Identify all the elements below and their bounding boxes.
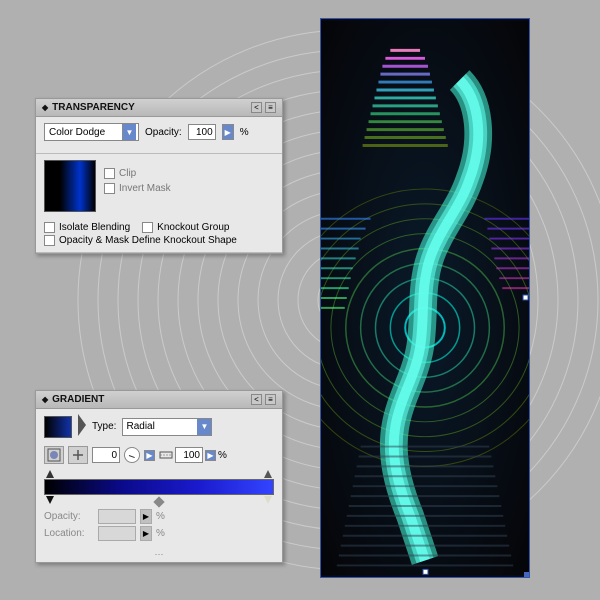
resize-handle[interactable] (524, 572, 530, 578)
opacity-value: 100 (196, 127, 213, 138)
transparency-title: ◆ TRANSPARENCY (42, 102, 135, 113)
extra-checkboxes: Isolate Blending Knockout Group Opacity … (36, 218, 282, 253)
gradient-type-label: Type: (92, 421, 116, 432)
isolate-blending-checkbox[interactable] (44, 222, 55, 233)
transparency-panel-header[interactable]: ◆ TRANSPARENCY < ≡ (36, 99, 282, 117)
gradient-collapse-btn[interactable]: < (251, 394, 262, 405)
angle-field[interactable]: 0 (92, 447, 120, 463)
gradient-expand-handle[interactable]: ⋯ (36, 549, 282, 562)
grad-location-label: Location: (44, 528, 94, 539)
canvas-background: ◆ TRANSPARENCY < ≡ Color Dodge ▼ Opacity… (0, 0, 600, 600)
gradient-type-row: Type: Radial ▼ (36, 409, 282, 444)
grad-opacity-arrow[interactable]: ▶ (140, 509, 152, 524)
collapse-btn[interactable]: < (251, 102, 262, 113)
grad-bottom-stop-left[interactable] (46, 496, 54, 504)
scale-group: 100 ▶ % (159, 447, 227, 463)
transparency-panel: ◆ TRANSPARENCY < ≡ Color Dodge ▼ Opacity… (35, 98, 283, 254)
thumbnail-area: Clip Invert Mask (36, 154, 282, 218)
gradient-panel: ◆ GRADIENT < ≡ Type: Radial ▼ (35, 390, 283, 563)
grad-location-pct: % (156, 528, 165, 539)
angle-value: 0 (111, 450, 117, 461)
clip-checkbox[interactable] (104, 168, 115, 179)
grad-bottom-stop-right[interactable] (264, 496, 272, 504)
opacity-label: Opacity: (145, 127, 182, 138)
location-field-row: Location: ▶ % (44, 526, 274, 541)
gradient-type-value: Radial (123, 421, 154, 432)
gradient-icon-btn1[interactable] (44, 446, 64, 464)
gradient-title-text: GRADIENT (52, 394, 104, 405)
mask-options: Clip Invert Mask (104, 160, 171, 194)
gradient-type-select[interactable]: Radial ▼ (122, 418, 212, 436)
blend-mode-arrow[interactable]: ▼ (122, 124, 136, 140)
opacity-field-row: Opacity: ▶ % (44, 509, 274, 524)
opacity-mask-checkbox[interactable] (44, 235, 55, 246)
menu-btn[interactable]: ≡ (265, 102, 276, 113)
blend-mode-select[interactable]: Color Dodge ▼ (44, 123, 139, 141)
scale-value: 100 (183, 450, 200, 461)
angle-circle[interactable] (124, 447, 140, 463)
clip-label: Clip (119, 168, 136, 179)
scale-arrow-btn[interactable]: ▶ (205, 450, 216, 461)
scale-icon (159, 448, 173, 462)
grad-location-input[interactable] (98, 526, 136, 541)
grad-location-arrow[interactable]: ▶ (140, 526, 152, 541)
gradient-header[interactable]: ◆ GRADIENT < ≡ (36, 391, 282, 409)
scale-pct: % (218, 450, 227, 461)
gradient-diamond-icon: ◆ (42, 395, 48, 404)
gradient-title: ◆ GRADIENT (42, 394, 104, 405)
grad-opacity-label: Opacity: (44, 511, 94, 522)
gradient-controls-row: 0 ▶ 100 ▶ % (36, 444, 282, 466)
opacity-mask-row: Opacity & Mask Define Knockout Shape (44, 235, 274, 246)
layer-thumbnail[interactable] (44, 160, 96, 212)
gradient-type-arrow[interactable]: ▼ (197, 419, 211, 435)
artwork-svg (321, 19, 529, 577)
swatch-arrow-btn[interactable] (78, 414, 86, 439)
blend-section: Color Dodge ▼ Opacity: 100 ▶ % (36, 117, 282, 154)
gradient-menu-btn[interactable]: ≡ (265, 394, 276, 405)
opacity-pct: % (240, 127, 249, 138)
diamond-icon: ◆ (42, 103, 48, 112)
angle-needle (129, 455, 135, 458)
isolate-blending-row: Isolate Blending Knockout Group (44, 222, 274, 233)
gradient-controls: < ≡ (251, 394, 276, 405)
transparency-title-text: TRANSPARENCY (52, 102, 135, 113)
gradient-bar[interactable] (44, 479, 274, 495)
panel-controls: < ≡ (251, 102, 276, 113)
grad-stop-left[interactable] (46, 470, 54, 478)
grad-stop-right[interactable] (264, 470, 272, 478)
clip-row: Clip (104, 168, 171, 179)
gradient-swatch[interactable] (44, 416, 72, 438)
scale-field[interactable]: 100 (175, 447, 203, 463)
gradient-fields: Opacity: ▶ % Location: ▶ % (36, 507, 282, 549)
invert-mask-row: Invert Mask (104, 183, 171, 194)
blend-row: Color Dodge ▼ Opacity: 100 ▶ % (44, 123, 274, 141)
gradient-bar-container (36, 466, 282, 507)
opacity-arrow-btn[interactable]: ▶ (222, 124, 234, 140)
grad-opacity-input[interactable] (98, 509, 136, 524)
artwork-panel (320, 18, 530, 578)
invert-mask-label: Invert Mask (119, 183, 171, 194)
isolate-blending-label: Isolate Blending (59, 222, 130, 233)
angle-arrow-btn[interactable]: ▶ (144, 450, 155, 461)
invert-mask-checkbox[interactable] (104, 183, 115, 194)
knockout-group-label: Knockout Group (157, 222, 229, 233)
opacity-field[interactable]: 100 (188, 124, 216, 140)
knockout-group-checkbox[interactable] (142, 222, 153, 233)
grad-bar-top-stops (44, 470, 274, 478)
opacity-mask-label: Opacity & Mask Define Knockout Shape (59, 235, 237, 246)
grad-opacity-pct: % (156, 511, 165, 522)
blend-mode-value: Color Dodge (47, 127, 105, 138)
gradient-icon-btn2[interactable] (68, 446, 88, 464)
